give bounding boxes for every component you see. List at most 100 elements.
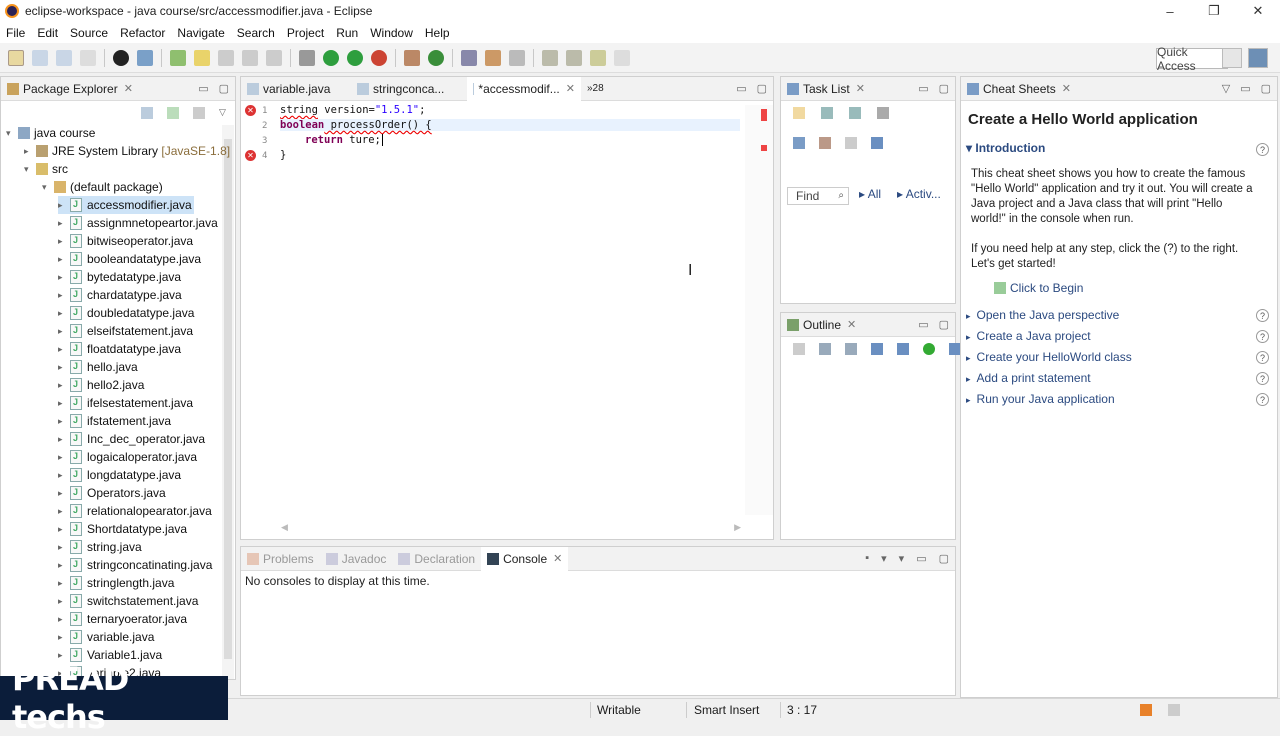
minimize-icon[interactable]: ▭ (198, 82, 208, 95)
maximize-icon[interactable]: ▢ (757, 82, 767, 95)
view-menu-icon[interactable]: ▽ (219, 107, 226, 119)
minimize-button[interactable]: – (1148, 0, 1192, 22)
tab-declaration[interactable]: Declaration (392, 552, 481, 566)
close-icon[interactable]: ✕ (847, 318, 856, 331)
sync-icon[interactable] (819, 137, 831, 149)
menu-project[interactable]: Project (281, 26, 330, 40)
target-icon[interactable] (113, 49, 129, 66)
tree-scrollbar[interactable] (222, 125, 234, 679)
file-item[interactable]: ▸booleandatatype.java (58, 250, 201, 268)
restore-button[interactable]: ❐ (1192, 0, 1236, 22)
minimize-icon[interactable]: ▭ (736, 82, 746, 95)
view-menu-icon[interactable]: ▽ (1222, 82, 1230, 95)
file-item[interactable]: ▸floatdatatype.java (58, 340, 181, 358)
collapse-icon[interactable] (793, 343, 805, 355)
file-item[interactable]: ▸logaicaloperator.java (58, 448, 197, 466)
tab-variable[interactable]: variable.java (241, 82, 351, 96)
quick-access-field[interactable]: Quick Access (1156, 45, 1228, 73)
file-item[interactable]: ▸accessmodifier.java (58, 196, 194, 214)
help-icon[interactable]: ? (1256, 330, 1269, 343)
file-item[interactable]: ▸ternaryoerator.java (58, 610, 187, 628)
open-perspective-icon[interactable] (1222, 48, 1242, 68)
error-marker-icon[interactable]: ✕ (245, 105, 256, 116)
tree-jre-library[interactable]: ▸ JRE System Library [JavaSE-1.8] (24, 142, 230, 160)
file-item[interactable]: ▸Inc_dec_operator.java (58, 430, 205, 448)
rss-icon[interactable] (1140, 704, 1152, 716)
save-icon[interactable] (32, 49, 48, 66)
task-find-input[interactable]: Find ⌕ (787, 187, 849, 205)
maximize-icon[interactable]: ▢ (219, 82, 229, 95)
file-item[interactable]: ▸switchstatement.java (58, 592, 198, 610)
debug-icon[interactable] (299, 49, 315, 66)
editor-horizontal-scrollbar[interactable]: ◀ ▶ (281, 522, 741, 532)
print-icon[interactable] (80, 49, 96, 66)
task-all-link[interactable]: ▸ All (859, 187, 881, 201)
link-editor-icon[interactable] (167, 107, 179, 119)
menu-file[interactable]: File (0, 26, 31, 40)
file-item[interactable]: ▸string.java (58, 538, 142, 556)
step-create-java-project[interactable]: ▸ Create a Java project (966, 329, 1091, 343)
collapse-all-icon[interactable] (141, 107, 153, 119)
help-icon[interactable]: ? (1256, 372, 1269, 385)
tab-console[interactable]: Console ✕ (481, 546, 569, 571)
new-task-icon[interactable] (793, 107, 805, 119)
file-item[interactable]: ▸doubledatatype.java (58, 304, 194, 322)
editor-vertical-scrollbar[interactable] (745, 105, 773, 515)
minimize-icon[interactable]: ▭ (918, 318, 928, 331)
file-item[interactable]: ▸ifelsestatement.java (58, 394, 193, 412)
run-icon[interactable] (323, 49, 339, 66)
help-icon[interactable]: ? (1256, 351, 1269, 364)
intro-section[interactable]: ▾ Introduction (966, 141, 1276, 157)
hide-fields-icon[interactable] (871, 343, 883, 355)
collapse-icon[interactable] (877, 107, 889, 119)
tab-accessmodifier[interactable]: *accessmodif... ✕ (467, 76, 581, 101)
step-run-java-application[interactable]: ▸ Run your Java application (966, 392, 1115, 406)
menu-window[interactable]: Window (364, 26, 419, 40)
pin-console-icon[interactable]: ▪ (865, 552, 869, 565)
tab-overflow[interactable]: »28 (581, 83, 610, 94)
next-annotation-icon[interactable] (542, 49, 558, 66)
updates-icon[interactable] (1168, 704, 1180, 716)
tab-stringconcat[interactable]: stringconca... (351, 82, 467, 96)
file-item[interactable]: ▸assignmnetopeartor.java (58, 214, 218, 232)
code-line-2[interactable]: boolean processOrder() { (280, 119, 740, 131)
tree-src-folder[interactable]: ▾ src (24, 160, 68, 178)
file-item[interactable]: ▸longdatatype.java (58, 466, 181, 484)
maximize-icon[interactable]: ▢ (939, 318, 949, 331)
open-console-icon[interactable]: ▾ (899, 552, 905, 565)
file-item[interactable]: ▸Operators.java (58, 484, 166, 502)
file-item[interactable]: ▸chardatatype.java (58, 286, 182, 304)
menu-edit[interactable]: Edit (31, 26, 64, 40)
task-activate-link[interactable]: ▸ Activ... (897, 187, 941, 201)
display-console-icon[interactable]: ▾ (881, 552, 887, 565)
menu-source[interactable]: Source (64, 26, 114, 40)
new-class-icon[interactable] (428, 49, 444, 66)
menu-refactor[interactable]: Refactor (114, 26, 171, 40)
run-coverage-icon[interactable] (347, 49, 363, 66)
hide-static-icon[interactable] (897, 343, 909, 355)
file-item[interactable]: ▸hello.java (58, 358, 138, 376)
java-perspective-icon[interactable] (1248, 48, 1268, 68)
block-icon[interactable] (242, 49, 258, 66)
pin-icon[interactable] (170, 49, 186, 66)
tab-javadoc[interactable]: Javadoc (320, 552, 393, 566)
file-item[interactable]: ▸ifstatement.java (58, 412, 171, 430)
save-all-icon[interactable] (56, 49, 72, 66)
maximize-icon[interactable]: ▢ (939, 552, 949, 565)
step-create-helloworld-class[interactable]: ▸ Create your HelloWorld class (966, 350, 1132, 364)
new-icon[interactable] (8, 49, 24, 66)
open-task-icon[interactable] (485, 49, 501, 66)
error-marker-icon[interactable]: ✕ (245, 150, 256, 161)
code-line-4[interactable]: } (280, 149, 286, 161)
minimize-icon[interactable]: ▭ (1240, 82, 1250, 95)
help-icon[interactable]: ? (1256, 393, 1269, 406)
close-icon[interactable]: ✕ (856, 82, 865, 95)
code-line-3[interactable]: return ture; (305, 134, 383, 146)
file-item[interactable]: ▸elseifstatement.java (58, 322, 193, 340)
highlight-icon[interactable] (194, 49, 210, 66)
file-item[interactable]: ▸stringlength.java (58, 574, 174, 592)
focus-icon[interactable] (193, 107, 205, 119)
tree-project[interactable]: ▾ java course (6, 124, 95, 142)
prev-annotation-icon[interactable] (566, 49, 582, 66)
menu-help[interactable]: Help (419, 26, 456, 40)
